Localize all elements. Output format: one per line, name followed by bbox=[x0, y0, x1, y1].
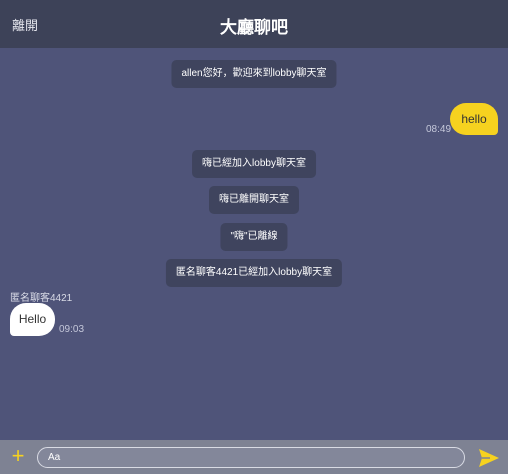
incoming-message-bubble: Hello bbox=[10, 303, 55, 336]
message-input[interactable] bbox=[37, 447, 465, 468]
system-message: 嗨已離開聊天室 bbox=[209, 186, 299, 214]
system-message: 嗨已經加入lobby聊天室 bbox=[192, 150, 316, 178]
system-message: allen您好，歡迎來到lobby聊天室 bbox=[171, 60, 337, 88]
composer-bar: + bbox=[0, 440, 508, 474]
chat-header: 離開 大廳聊吧 bbox=[0, 0, 508, 48]
page-title: 大廳聊吧 bbox=[220, 18, 288, 37]
system-message: "嗨"已離線 bbox=[220, 223, 288, 251]
message-time: 09:03 bbox=[59, 324, 85, 335]
plus-icon[interactable]: + bbox=[8, 444, 28, 470]
system-message: 匿名聊客4421已經加入lobby聊天室 bbox=[165, 259, 343, 287]
sender-name: 匿名聊客4421 bbox=[10, 293, 73, 304]
message-list[interactable]: allen您好，歡迎來到lobby聊天室 08:49 hello 嗨已經加入lo… bbox=[0, 48, 508, 440]
message-time: 08:49 bbox=[426, 124, 452, 135]
outgoing-message-bubble: hello bbox=[450, 103, 498, 135]
send-icon[interactable] bbox=[478, 448, 500, 468]
